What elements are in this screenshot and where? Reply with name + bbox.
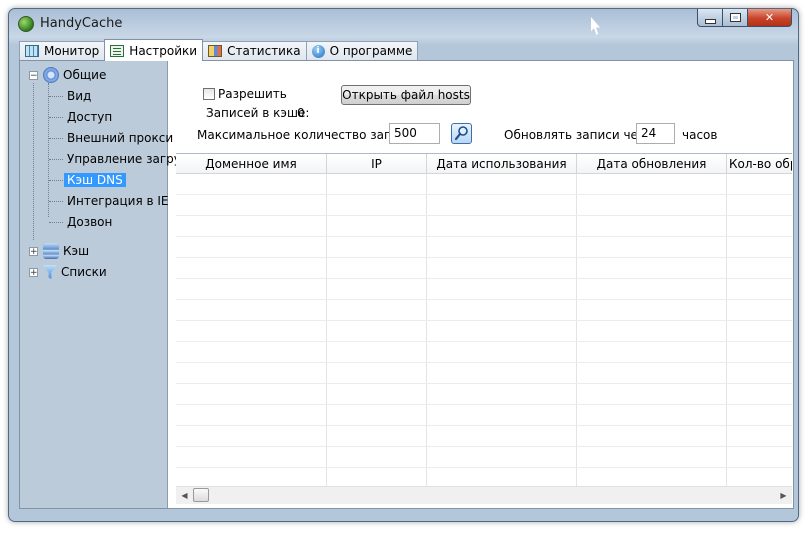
tree-line — [49, 201, 63, 202]
filter-icon — [43, 265, 57, 279]
hours-label: часов — [682, 128, 718, 142]
tree-node-label: Дозвон — [67, 215, 113, 229]
search-button[interactable] — [451, 123, 472, 144]
dns-cache-table[interactable]: Доменное имя IP Дата использования Дата … — [176, 153, 792, 508]
tree-node-lists[interactable]: Списки — [43, 263, 107, 281]
open-hosts-label: Открыть файл hosts — [342, 88, 470, 102]
tree-line — [48, 83, 49, 217]
gear-icon — [43, 67, 59, 83]
table-header: Доменное имя IP Дата использования Дата … — [176, 154, 792, 174]
records-label: Записей в кэше: — [206, 106, 310, 120]
tree-node-download-control[interactable]: Управление загру — [67, 150, 181, 168]
tree-line — [49, 180, 63, 181]
tree-expand-lists[interactable]: + — [29, 268, 38, 278]
enable-checkbox[interactable] — [203, 88, 215, 100]
tree-node-view[interactable]: Вид — [67, 87, 91, 105]
app-logo-icon — [18, 16, 34, 32]
table-body[interactable] — [176, 174, 792, 486]
tree-node-label: Списки — [61, 265, 107, 279]
column-header-ip[interactable]: IP — [327, 154, 427, 173]
dns-cache-form: Разрешить Открыть файл hosts Записей в к… — [170, 61, 792, 153]
tree-node-ie-integration[interactable]: Интеграция в IE — [67, 192, 168, 210]
window-controls: ✕ — [697, 9, 792, 27]
column-header-hits[interactable]: Кол-во обра — [727, 154, 792, 173]
tree-expand-cache[interactable]: + — [29, 247, 38, 257]
scroll-thumb[interactable] — [193, 488, 209, 502]
database-icon — [43, 243, 59, 259]
tree-node-label: Доступ — [67, 110, 113, 124]
tree-node-external-proxy[interactable]: Внешний прокси — [67, 129, 173, 147]
tree-node-cache[interactable]: Кэш — [43, 242, 89, 260]
records-value: 0 — [297, 106, 305, 120]
scroll-left-arrow-icon[interactable]: ◀ — [176, 487, 193, 504]
max-records-input[interactable]: 500 — [389, 123, 440, 144]
tree-node-label: Управление загру — [67, 152, 181, 166]
tree-line — [49, 159, 63, 160]
tree-line — [33, 83, 34, 240]
app-window: HandyCache ✕ Монитор Настройки Статистик… — [8, 8, 799, 522]
close-button[interactable]: ✕ — [748, 9, 792, 27]
column-header-used-date[interactable]: Дата использования — [427, 154, 577, 173]
tree-node-label-selected: Кэш DNS — [64, 173, 126, 187]
settings-icon — [110, 44, 125, 57]
tree-collapse-general[interactable]: − — [29, 71, 38, 81]
enable-label[interactable]: Разрешить — [218, 87, 287, 101]
tab-about[interactable]: i О программе — [305, 41, 419, 60]
horizontal-scrollbar[interactable]: ◀ ▶ — [176, 486, 792, 504]
tree-node-label: Кэш — [63, 244, 90, 258]
scroll-right-arrow-icon[interactable]: ▶ — [775, 487, 792, 504]
tree-node-label: Интеграция в IE — [67, 194, 169, 208]
tab-settings[interactable]: Настройки — [104, 39, 204, 61]
tab-monitor[interactable]: Монитор — [19, 41, 106, 60]
tab-label: О программе — [329, 44, 413, 58]
statistics-icon — [208, 45, 223, 57]
tab-label: Настройки — [129, 43, 198, 58]
tree-node-label: Внешний прокси — [67, 131, 174, 145]
tab-statistics[interactable]: Статистика — [202, 41, 307, 60]
tree-node-label: Общие — [63, 68, 107, 82]
tree-line — [49, 117, 63, 118]
tree-line — [49, 222, 63, 223]
tree-node-access[interactable]: Доступ — [67, 108, 112, 126]
minimize-button[interactable] — [697, 9, 723, 27]
maximize-button[interactable] — [723, 9, 748, 27]
monitor-icon — [25, 45, 39, 57]
tree-line — [49, 96, 63, 97]
search-icon — [454, 126, 468, 141]
close-icon: ✕ — [764, 11, 775, 24]
tab-bar: Монитор Настройки Статистика i О програм… — [19, 39, 419, 61]
title-bar[interactable]: HandyCache ✕ — [9, 9, 798, 39]
tree-node-dns-cache[interactable]: Кэш DNS — [64, 171, 126, 189]
tree-node-dialup[interactable]: Дозвон — [67, 213, 112, 231]
settings-tree: − Общие Вид Доступ Внешний прокси Управл… — [20, 61, 181, 508]
column-header-domain[interactable]: Доменное имя — [176, 154, 327, 173]
about-icon: i — [311, 44, 325, 58]
refresh-hours-input[interactable]: 24 — [636, 123, 675, 144]
minimize-icon — [704, 18, 716, 24]
settings-panel: − Общие Вид Доступ Внешний прокси Управл… — [19, 60, 794, 509]
tree-node-general[interactable]: Общие — [43, 66, 106, 84]
window-title: HandyCache — [40, 16, 123, 31]
maximize-icon — [729, 13, 741, 22]
column-header-updated-date[interactable]: Дата обновления — [577, 154, 727, 173]
tree-line — [49, 138, 63, 139]
open-hosts-button[interactable]: Открыть файл hosts — [341, 85, 471, 105]
tree-node-label: Вид — [67, 89, 92, 103]
tab-label: Монитор — [44, 44, 100, 58]
tab-label: Статистика — [227, 44, 301, 58]
